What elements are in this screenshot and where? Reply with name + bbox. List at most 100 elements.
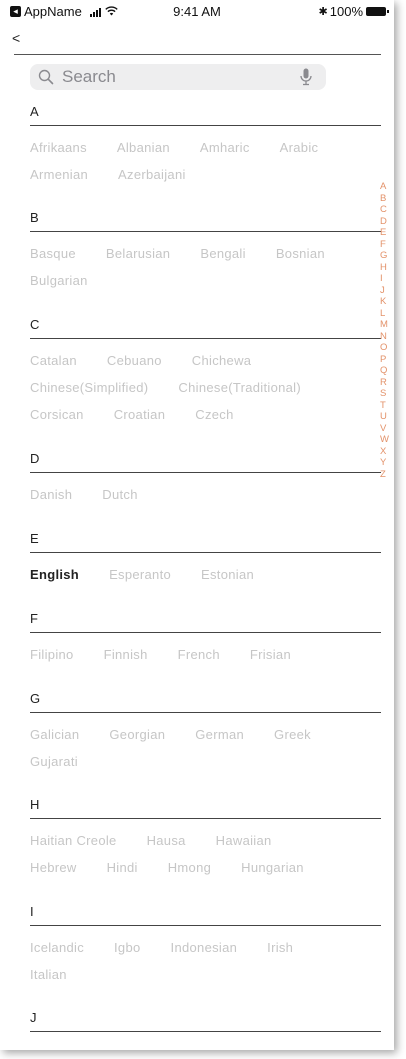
bluetooth-icon: ✱ — [318, 6, 328, 18]
language-option[interactable]: Azerbaijani — [118, 167, 186, 182]
language-row: Bulgarian — [30, 273, 118, 288]
index-letter[interactable]: B — [380, 193, 394, 205]
language-option[interactable]: Haitian Creole — [30, 833, 117, 848]
language-option[interactable]: Hmong — [168, 860, 211, 875]
language-option[interactable]: Armenian — [30, 167, 88, 182]
index-letter[interactable]: U — [380, 411, 394, 423]
index-letter[interactable]: Z — [380, 469, 394, 481]
language-option[interactable]: Bulgarian — [30, 273, 88, 288]
language-option[interactable]: Czech — [195, 407, 233, 422]
language-option[interactable]: Gujarati — [30, 754, 78, 769]
index-letter[interactable]: O — [380, 342, 394, 354]
section-header: F — [30, 611, 38, 626]
language-option[interactable]: Corsican — [30, 407, 84, 422]
index-letter[interactable]: V — [380, 423, 394, 435]
language-option[interactable]: Finnish — [104, 647, 148, 662]
language-row: Chinese(Simplified) Chinese(Traditional) — [30, 380, 331, 395]
language-option[interactable]: Catalan — [30, 353, 77, 368]
index-letter[interactable]: M — [380, 319, 394, 331]
language-option[interactable]: Hindi — [107, 860, 138, 875]
index-letter[interactable]: H — [380, 262, 394, 274]
language-option[interactable]: Esperanto — [109, 567, 171, 582]
language-row: Danish Dutch — [30, 487, 168, 502]
index-letter[interactable]: F — [380, 239, 394, 251]
language-option[interactable]: Albanian — [117, 140, 170, 155]
language-option[interactable]: Croatian — [114, 407, 166, 422]
language-option[interactable]: Cebuano — [107, 353, 162, 368]
index-letter[interactable]: N — [380, 331, 394, 343]
battery-percentage: 100% — [329, 4, 363, 19]
language-option[interactable]: Arabic — [280, 140, 319, 155]
section-header: I — [30, 904, 34, 919]
index-letter[interactable]: L — [380, 308, 394, 320]
section-header: B — [30, 210, 39, 225]
language-row: Basque Belarusian Bengali Bosnian — [30, 246, 355, 261]
index-letter[interactable]: C — [380, 204, 394, 216]
language-option[interactable]: Dutch — [102, 487, 137, 502]
language-row: Gujarati — [30, 754, 108, 769]
language-option[interactable]: Igbo — [114, 940, 141, 955]
index-letter[interactable]: R — [380, 377, 394, 389]
language-option[interactable]: Greek — [274, 727, 311, 742]
index-letter[interactable]: Y — [380, 457, 394, 469]
search-input[interactable]: Search — [62, 67, 116, 87]
section-header: E — [30, 531, 39, 546]
language-option[interactable]: Italian — [30, 967, 67, 982]
index-letter[interactable]: K — [380, 296, 394, 308]
index-letter[interactable]: J — [380, 285, 394, 297]
status-bar: ◂ AppName 9:41 AM ✱ 100% — [0, 0, 394, 22]
language-option[interactable]: Hungarian — [241, 860, 304, 875]
language-option[interactable]: Hebrew — [30, 860, 77, 875]
index-letter[interactable]: P — [380, 354, 394, 366]
index-letter[interactable]: S — [380, 388, 394, 400]
language-option[interactable]: Amharic — [200, 140, 250, 155]
section-divider — [30, 712, 381, 713]
language-row: Armenian Azerbaijani — [30, 167, 216, 182]
language-option[interactable]: German — [195, 727, 244, 742]
section-divider — [30, 552, 381, 553]
language-option[interactable]: Galician — [30, 727, 79, 742]
language-option[interactable]: Georgian — [109, 727, 165, 742]
language-option[interactable]: Hawaiian — [216, 833, 272, 848]
language-option[interactable]: Chichewa — [192, 353, 251, 368]
language-option[interactable]: Frisian — [250, 647, 291, 662]
section-header: A — [30, 104, 39, 119]
language-option[interactable]: Chinese(Traditional) — [178, 380, 301, 395]
language-option[interactable]: Indonesian — [171, 940, 238, 955]
language-option[interactable]: French — [178, 647, 220, 662]
index-letter[interactable]: E — [380, 227, 394, 239]
language-option[interactable]: Filipino — [30, 647, 74, 662]
index-letter[interactable]: I — [380, 273, 394, 285]
language-option[interactable]: Basque — [30, 246, 76, 261]
index-letter[interactable]: G — [380, 250, 394, 262]
nav-divider — [14, 54, 381, 55]
index-letter[interactable]: T — [380, 400, 394, 412]
microphone-icon[interactable] — [300, 68, 312, 91]
language-row: Haitian Creole Hausa Hawaiian — [30, 833, 302, 848]
language-option[interactable]: Danish — [30, 487, 72, 502]
language-option[interactable]: Bengali — [200, 246, 245, 261]
section-header: J — [30, 1010, 37, 1025]
language-option[interactable]: Estonian — [201, 567, 254, 582]
language-option-selected[interactable]: English — [30, 567, 79, 582]
back-button[interactable]: < — [12, 30, 20, 46]
index-letter[interactable]: A — [380, 181, 394, 193]
search-bar[interactable]: Search — [30, 64, 326, 90]
index-letter[interactable]: X — [380, 446, 394, 458]
index-letter[interactable]: Q — [380, 365, 394, 377]
language-option[interactable]: Hausa — [147, 833, 186, 848]
alphabet-index[interactable]: A B C D E F G H I J K L M N O P Q R S T … — [380, 181, 394, 480]
section-divider — [30, 925, 381, 926]
language-option[interactable]: Afrikaans — [30, 140, 87, 155]
language-option[interactable]: Belarusian — [106, 246, 170, 261]
language-option[interactable]: Icelandic — [30, 940, 84, 955]
language-row: Hebrew Hindi Hmong Hungarian — [30, 860, 334, 875]
language-row: Icelandic Igbo Indonesian Irish — [30, 940, 323, 955]
index-letter[interactable]: D — [380, 216, 394, 228]
index-letter[interactable]: W — [380, 434, 394, 446]
language-option[interactable]: Chinese(Simplified) — [30, 380, 148, 395]
section-divider — [30, 818, 381, 819]
language-row: Italian — [30, 967, 97, 982]
language-option[interactable]: Irish — [267, 940, 293, 955]
language-option[interactable]: Bosnian — [276, 246, 325, 261]
